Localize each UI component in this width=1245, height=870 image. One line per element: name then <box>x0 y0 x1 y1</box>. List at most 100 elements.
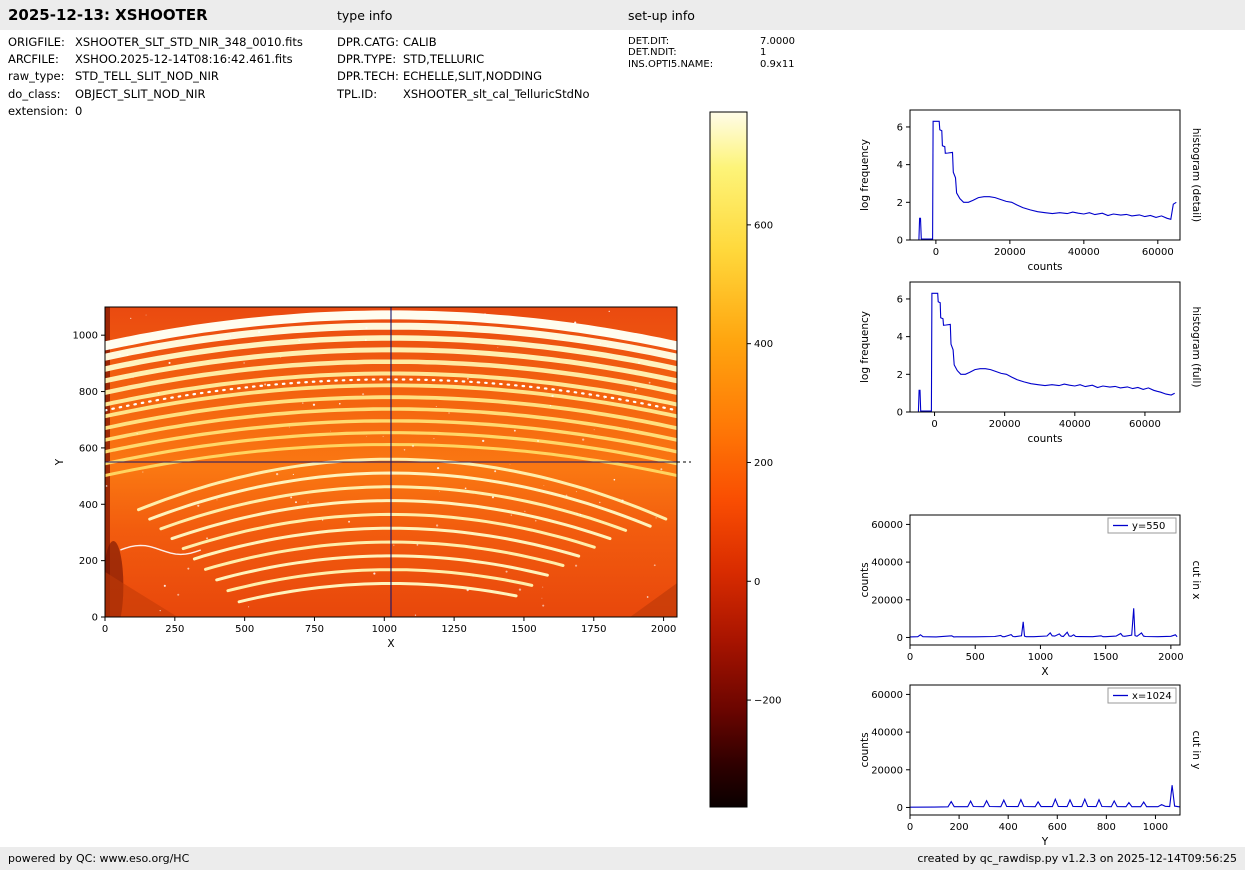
page-title: 2025-12-13: XSHOOTER <box>8 6 208 24</box>
footer-bar: powered by QC: www.eso.org/HC created by… <box>0 847 1245 870</box>
svg-text:1000: 1000 <box>73 331 98 342</box>
svg-text:counts: counts <box>859 732 871 767</box>
svg-text:60000: 60000 <box>1142 247 1174 258</box>
svg-text:0: 0 <box>92 613 98 624</box>
footer-created: created by qc_rawdisp.py v1.2.3 on 2025-… <box>917 852 1237 865</box>
info-value: 1 <box>760 47 767 59</box>
cut-in-x-plot: 0 500 1000 1500 20000200004000060000Xcounts c… <box>859 514 1202 678</box>
svg-text:40000: 40000 <box>871 558 903 569</box>
svg-text:4: 4 <box>897 160 903 171</box>
svg-text:cut in y: cut in y <box>1190 730 1202 769</box>
info-value: XSHOO.2025-12-14T08:16:42.461.fits <box>75 52 293 67</box>
info-label: INS.OPTI5.NAME: <box>628 58 714 70</box>
info-row: ARCFILE: XSHOO.2025-12-14T08:16:42.461.fi… <box>8 51 303 68</box>
histogram-detail-plot: 0 20000 40000 60000 0 2 4 6 counts log frequency h… <box>859 109 1202 273</box>
svg-text:1250: 1250 <box>441 624 466 635</box>
file-info-block: ORIGFILE: XSHOOTER_SLT_STD_NIR_348_0010.f… <box>8 34 303 120</box>
svg-text:20000: 20000 <box>871 765 903 776</box>
svg-text:60000: 60000 <box>871 690 903 701</box>
colorbar: 600 400 200 0 −200 <box>709 111 781 808</box>
svg-text:counts: counts <box>1027 433 1062 445</box>
svg-text:0: 0 <box>933 247 939 258</box>
svg-text:1000: 1000 <box>372 624 397 635</box>
info-row: TPL.ID: XSHOOTER_slt_cal_TelluricStdNo <box>337 86 590 103</box>
svg-text:4: 4 <box>897 332 903 343</box>
svg-text:log frequency: log frequency <box>859 139 871 211</box>
info-value: 7.0000 <box>760 36 795 47</box>
info-label: ORIGFILE: <box>8 35 65 49</box>
info-row: DPR.TYPE: STD,TELLURIC <box>337 51 590 68</box>
info-row: ORIGFILE: XSHOOTER_SLT_STD_NIR_348_0010.f… <box>8 34 303 51</box>
info-label: TPL.ID: <box>337 86 378 101</box>
svg-text:40000: 40000 <box>1068 247 1100 258</box>
info-value: 0 <box>75 103 83 118</box>
svg-text:750: 750 <box>305 624 324 635</box>
svg-text:20000: 20000 <box>989 419 1021 430</box>
info-value: XSHOOTER_slt_cal_TelluricStdNo <box>403 86 590 101</box>
svg-text:20000: 20000 <box>994 247 1026 258</box>
svg-text:histogram (detail): histogram (detail) <box>1190 128 1202 222</box>
info-row: DPR.CATG: CALIB <box>337 34 590 51</box>
cut-in-y-plot: 0 200 400 600 800 10000200004000060000Ycounts… <box>859 684 1202 848</box>
svg-text:600: 600 <box>1048 822 1067 833</box>
footer-powered: powered by QC: www.eso.org/HC <box>8 852 189 865</box>
svg-text:200: 200 <box>950 822 969 833</box>
svg-text:0: 0 <box>897 236 903 247</box>
info-value: ECHELLE,SLIT,NODDING <box>403 69 542 84</box>
qc-website-link[interactable]: www.eso.org/HC <box>100 852 190 865</box>
info-label: DPR.TECH: <box>337 69 399 84</box>
info-row: DET.NDIT: 1 <box>628 47 795 58</box>
svg-text:cut in x: cut in x <box>1190 560 1202 599</box>
info-value: XSHOOTER_SLT_STD_NIR_348_0010.fits <box>75 35 303 49</box>
svg-text:40000: 40000 <box>871 728 903 739</box>
svg-text:2000: 2000 <box>1158 652 1183 663</box>
info-value: STD,TELLURIC <box>403 52 485 67</box>
svg-text:x=1024: x=1024 <box>1132 691 1172 702</box>
info-row: DET.DIT: 7.0000 <box>628 36 795 47</box>
info-value: CALIB <box>403 35 437 49</box>
svg-text:0: 0 <box>102 624 108 635</box>
svg-text:400: 400 <box>754 339 773 350</box>
info-row: raw_type: STD_TELL_SLIT_NOD_NIR <box>8 68 303 85</box>
svg-text:0: 0 <box>907 652 913 663</box>
svg-text:2: 2 <box>897 198 903 209</box>
svg-text:0: 0 <box>897 408 903 419</box>
svg-text:400: 400 <box>999 822 1018 833</box>
histogram-full-plot: 0 20000 40000 60000 0 2 4 6 counts log frequency h… <box>859 281 1202 445</box>
svg-text:60000: 60000 <box>871 520 903 531</box>
svg-text:counts: counts <box>1027 261 1062 273</box>
raw-image-plot: 0 250 500 750 1000 1250 1500 1750 2000 0 200 400 600… <box>54 306 691 650</box>
info-row: INS.OPTI5.NAME: 0.9x11 <box>628 59 795 70</box>
svg-text:400: 400 <box>79 500 98 511</box>
svg-text:2000: 2000 <box>651 624 676 635</box>
svg-text:6: 6 <box>897 294 903 305</box>
svg-text:1750: 1750 <box>581 624 606 635</box>
setup-info-heading: set-up info <box>628 8 695 23</box>
svg-text:800: 800 <box>1097 822 1116 833</box>
type-info-block: DPR.CATG: CALIB DPR.TYPE: STD,TELLURIC DPR… <box>337 34 590 103</box>
svg-text:1500: 1500 <box>1093 652 1118 663</box>
svg-text:−200: −200 <box>754 696 781 707</box>
info-row: DPR.TECH: ECHELLE,SLIT,NODDING <box>337 68 590 85</box>
svg-text:200: 200 <box>79 556 98 567</box>
info-label: do_class: <box>8 86 61 101</box>
svg-text:0: 0 <box>897 803 903 814</box>
svg-text:y=550: y=550 <box>1132 521 1165 532</box>
type-info-heading: type info <box>337 8 393 23</box>
info-label: DET.DIT: <box>628 36 670 47</box>
svg-text:log frequency: log frequency <box>859 311 871 383</box>
svg-text:X: X <box>387 638 394 650</box>
svg-text:500: 500 <box>966 652 985 663</box>
svg-text:60000: 60000 <box>1129 419 1161 430</box>
svg-text:0: 0 <box>931 419 937 430</box>
info-label: DET.NDIT: <box>628 47 677 59</box>
info-value: STD_TELL_SLIT_NOD_NIR <box>75 69 219 84</box>
info-label: DPR.TYPE: <box>337 52 397 67</box>
info-label: raw_type: <box>8 69 65 84</box>
svg-text:250: 250 <box>165 624 184 635</box>
svg-text:0: 0 <box>907 822 913 833</box>
svg-text:counts: counts <box>859 562 871 597</box>
svg-text:6: 6 <box>897 122 903 133</box>
info-label: ARCFILE: <box>8 52 59 67</box>
svg-text:20000: 20000 <box>871 595 903 606</box>
